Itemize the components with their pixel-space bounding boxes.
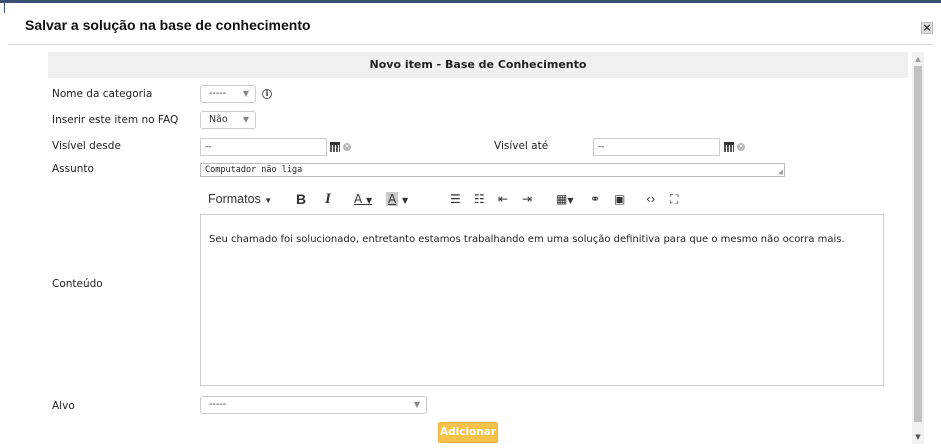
- visivel-ate-label: Visível até: [494, 140, 549, 152]
- fullscreen-icon[interactable]: ⛶: [670, 188, 678, 210]
- alvo-value: -----: [209, 399, 227, 410]
- content-text: Seu chamado foi solucionado, entretanto …: [209, 234, 845, 245]
- clear-icon[interactable]: ×: [343, 143, 351, 151]
- assunto-input[interactable]: Computador não liga ◢: [200, 163, 785, 177]
- scrollbar[interactable]: ▲ ▼: [912, 52, 924, 444]
- dialog-header: Salvar a solução na base de conhecimento…: [0, 3, 941, 43]
- bg-color-button[interactable]: A ▼: [386, 188, 408, 210]
- calendar-icon[interactable]: [724, 142, 734, 152]
- caret-down-icon: ▼: [264, 196, 273, 205]
- faq-label: Inserir este item no FAQ: [52, 114, 179, 126]
- formats-label: Formatos: [208, 192, 261, 206]
- code-icon[interactable]: ‹›: [646, 188, 656, 210]
- conteudo-label: Conteúdo: [52, 278, 103, 290]
- bg-color-label: A: [386, 192, 399, 206]
- scroll-up-icon[interactable]: ▲: [912, 52, 924, 66]
- assunto-value: Computador não liga: [205, 165, 303, 175]
- section-title: Novo item - Base de Conhecimento: [48, 52, 908, 78]
- info-icon[interactable]: i: [262, 89, 272, 99]
- calendar-icon[interactable]: [330, 142, 340, 152]
- caret-down-icon: ▼: [366, 196, 373, 205]
- chevron-down-icon: ▼: [413, 400, 420, 409]
- italic-button[interactable]: I: [325, 188, 331, 210]
- visivel-desde-label: Visível desde: [52, 140, 121, 152]
- text-color-button[interactable]: A ▼: [354, 188, 372, 210]
- link-icon[interactable]: ⚭: [590, 188, 600, 210]
- outdent-icon[interactable]: ⇤: [498, 188, 508, 210]
- visivel-desde-input[interactable]: --: [200, 138, 327, 156]
- resize-grip-icon[interactable]: ◢: [778, 168, 783, 176]
- categoria-select[interactable]: ----- ▼: [200, 85, 256, 103]
- text-color-label: A: [354, 192, 363, 206]
- numbered-list-icon[interactable]: ☷: [474, 188, 485, 210]
- table-icon[interactable]: ▦▼: [556, 188, 574, 210]
- alvo-select[interactable]: ----- ▼: [200, 396, 427, 414]
- header-divider: [8, 44, 933, 45]
- assunto-label: Assunto: [52, 163, 94, 175]
- faq-value: Não: [209, 114, 228, 125]
- editor-toolbar: Formatos ▼ B I A ▼ A ▼ ☰ ☷ ⇤ ⇥ ▦▼ ⚭ ▣ ‹›…: [200, 188, 884, 212]
- chevron-down-icon: ▼: [242, 89, 249, 98]
- categoria-value: -----: [209, 88, 227, 99]
- dialog-title: Salvar a solução na base de conhecimento: [25, 17, 311, 33]
- scroll-thumb[interactable]: [914, 66, 922, 422]
- alvo-label: Alvo: [52, 400, 75, 412]
- bold-button[interactable]: B: [296, 188, 306, 210]
- chevron-down-icon: ▼: [242, 115, 249, 124]
- image-icon[interactable]: ▣: [614, 188, 625, 210]
- formats-dropdown[interactable]: Formatos ▼: [208, 188, 272, 210]
- add-button[interactable]: Adicionar: [438, 422, 498, 443]
- visivel-ate-input[interactable]: --: [593, 138, 720, 156]
- content-editor[interactable]: Seu chamado foi solucionado, entretanto …: [200, 214, 884, 386]
- caret-down-icon: ▼: [402, 196, 409, 205]
- bullet-list-icon[interactable]: ☰: [450, 188, 461, 210]
- faq-select[interactable]: Não ▼: [200, 111, 256, 129]
- clear-icon[interactable]: ×: [737, 143, 745, 151]
- form-container: Novo item - Base de Conhecimento Nome da…: [48, 52, 908, 448]
- indent-icon[interactable]: ⇥: [522, 188, 532, 210]
- close-button[interactable]: ×: [921, 22, 933, 34]
- categoria-label: Nome da categoria: [52, 88, 153, 100]
- scroll-down-icon[interactable]: ▼: [912, 430, 924, 444]
